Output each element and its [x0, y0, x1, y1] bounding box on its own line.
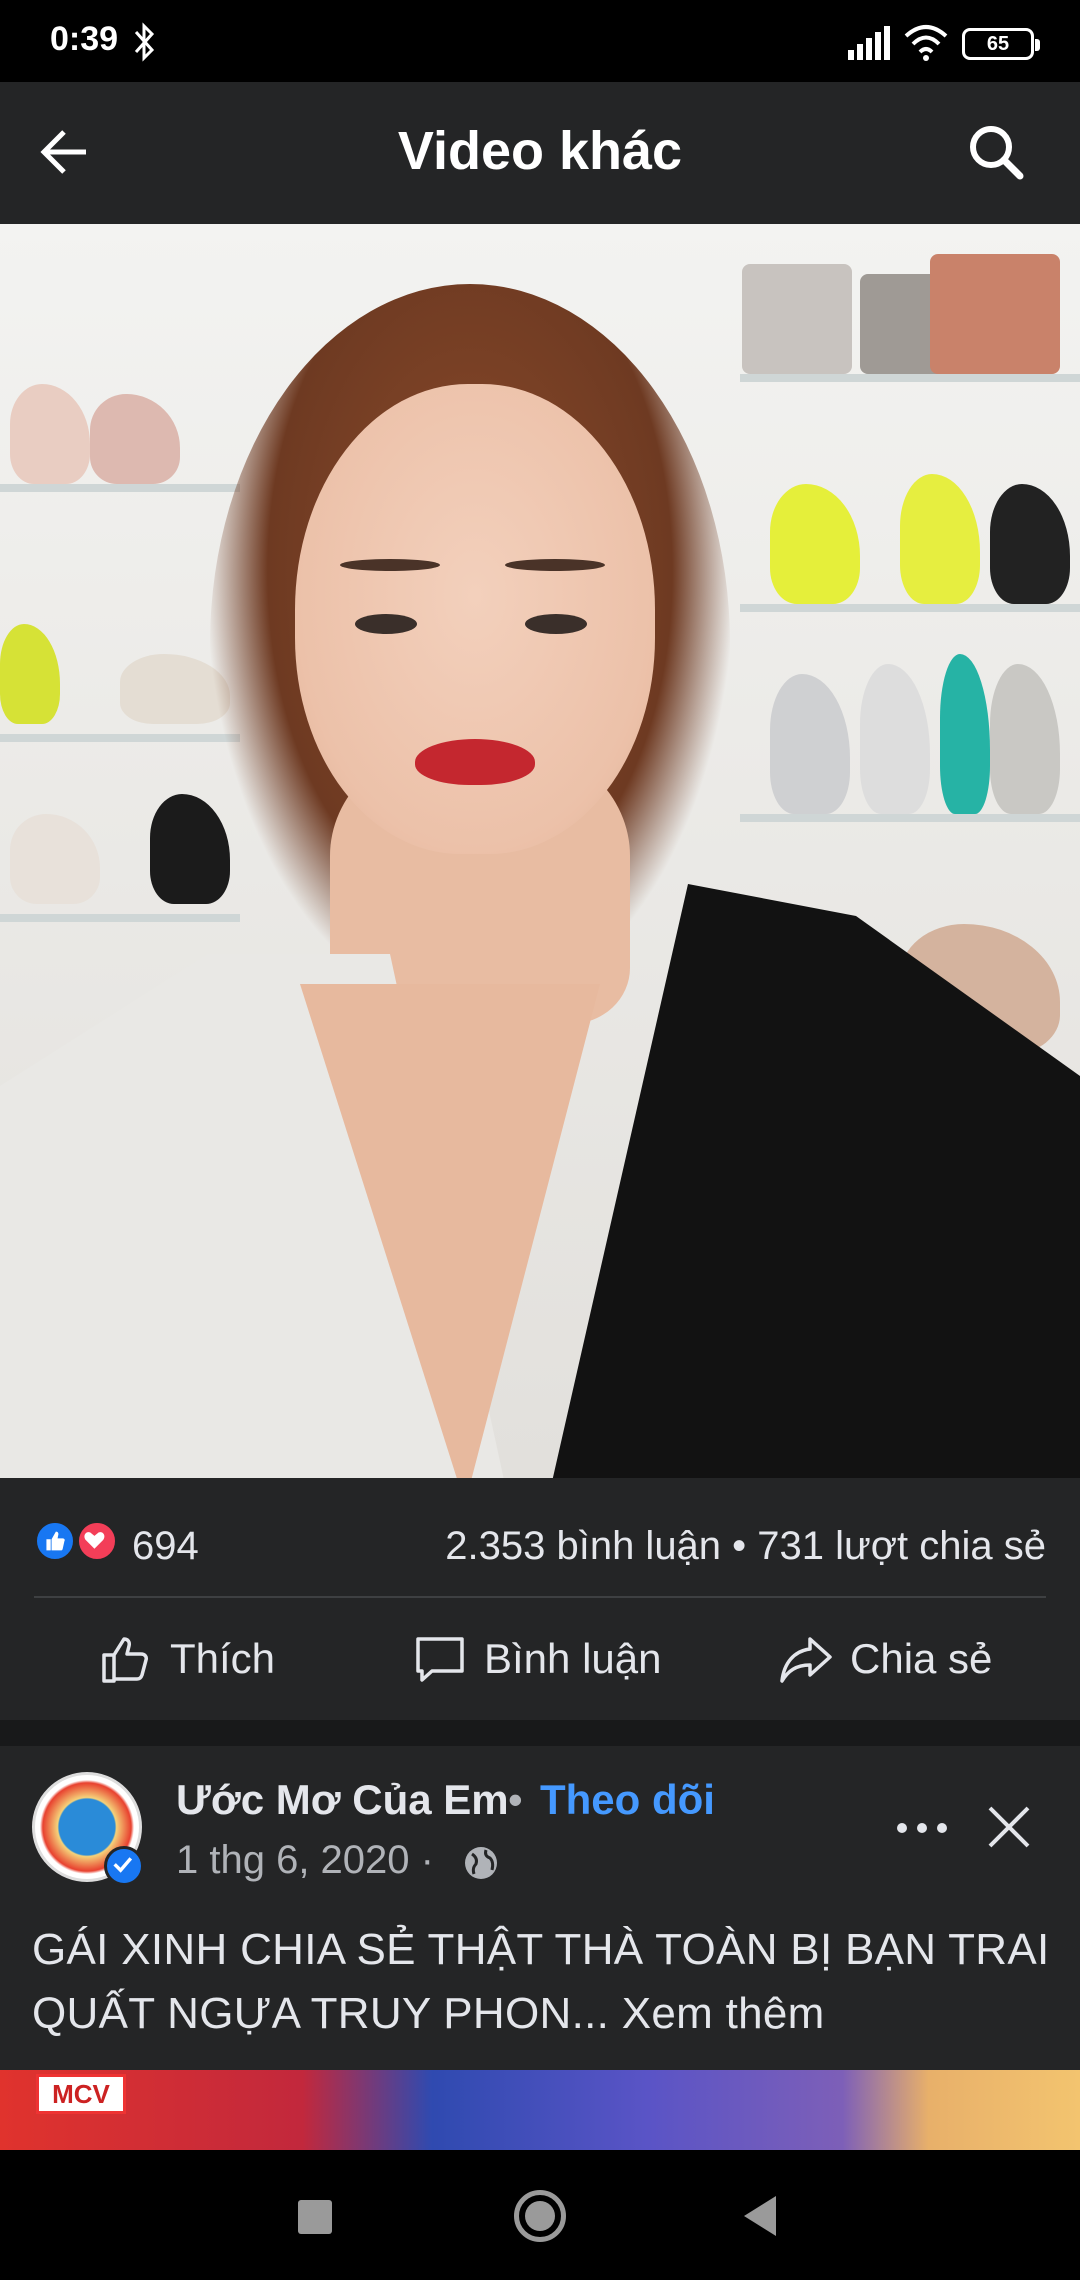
eye [355, 614, 417, 634]
eye [525, 614, 587, 634]
shelf [0, 914, 240, 922]
comment-icon [416, 1637, 464, 1682]
shelf [740, 604, 1080, 612]
verified-badge-icon [104, 1846, 144, 1886]
reaction-stats: 694 2.353 bình luận • 731 lượt chia sẻ [0, 1478, 1080, 1598]
more-options-icon[interactable] [894, 1808, 950, 1848]
header-bar: Video khác [0, 82, 1080, 224]
share-label: Chia sẻ [850, 1635, 993, 1682]
status-time: 0:39 [50, 20, 119, 58]
signal-icon [848, 26, 890, 60]
system-navigation-bar [0, 2150, 1080, 2280]
shelf [740, 374, 1080, 382]
recent-apps-icon[interactable] [298, 2200, 332, 2234]
share-icon [780, 1637, 832, 1683]
shelf [740, 814, 1080, 822]
love-reaction-icon[interactable] [76, 1520, 118, 1562]
home-icon[interactable] [514, 2190, 566, 2242]
next-video-thumbnail[interactable]: MCV [0, 2070, 1080, 2150]
eyebrow [340, 559, 440, 571]
follow-button[interactable]: Theo dõi [540, 1776, 715, 1824]
like-label: Thích [170, 1635, 276, 1682]
post-date[interactable]: 1 thg 6, 2020 · [176, 1838, 434, 1883]
post-caption: GÁI XINH CHIA SẺ THẬT THÀ TOÀN BỊ BẠN TR… [32, 1918, 1062, 2046]
shoe [10, 814, 100, 904]
video-player[interactable] [0, 224, 1080, 1478]
shoe [990, 664, 1060, 814]
post-card: Ước Mơ Của Em • Theo dõi 1 thg 6, 2020 ·… [0, 1746, 1080, 2070]
like-reaction-icon[interactable] [34, 1520, 76, 1562]
shoe [0, 624, 60, 724]
page-title: Video khác [397, 121, 683, 181]
shoe [770, 484, 860, 604]
shelf [0, 484, 240, 492]
shoe [770, 674, 850, 814]
shoe [860, 664, 930, 814]
battery-icon: 65 [962, 28, 1040, 60]
handbag [930, 254, 1060, 374]
shoe [90, 394, 180, 484]
page-name[interactable]: Ước Mơ Của Em [176, 1776, 509, 1824]
lips [415, 739, 535, 785]
shoe [10, 384, 90, 484]
shoe [940, 654, 990, 814]
search-icon[interactable] [966, 122, 1026, 182]
reaction-count[interactable]: 694 [132, 1524, 199, 1569]
shoe [990, 484, 1070, 604]
shelf [0, 734, 240, 742]
comment-button[interactable]: Bình luận [412, 1628, 661, 1690]
eyebrow [505, 559, 605, 571]
handbag [742, 264, 852, 374]
share-button[interactable]: Chia sẻ [778, 1628, 992, 1690]
bluetooth-icon [134, 22, 155, 62]
see-more-link[interactable]: Xem thêm [609, 1989, 825, 2038]
caption-text: GÁI XINH CHIA SẺ THẬT THÀ TOÀN BỊ BẠN TR… [32, 1925, 1050, 2038]
status-bar: 0:39 65 [0, 0, 1080, 82]
action-bar: Thích Bình luận Chia sẻ [0, 1598, 1080, 1720]
globe-icon [465, 1847, 497, 1879]
battery-level: 65 [986, 33, 1010, 55]
separator: • [508, 1776, 523, 1823]
channel-logo: MCV [36, 2074, 126, 2114]
wifi-icon [904, 25, 948, 61]
shoe [900, 474, 980, 604]
comment-label: Bình luận [484, 1635, 662, 1682]
like-button[interactable]: Thích [98, 1628, 275, 1690]
shoe [150, 794, 230, 904]
thumbs-up-icon [102, 1637, 148, 1683]
close-icon[interactable] [986, 1804, 1032, 1850]
section-gap [0, 1720, 1080, 1746]
back-triangle-icon[interactable] [744, 2196, 776, 2236]
comments-shares-count[interactable]: 2.353 bình luận • 731 lượt chia sẻ [445, 1524, 1046, 1569]
